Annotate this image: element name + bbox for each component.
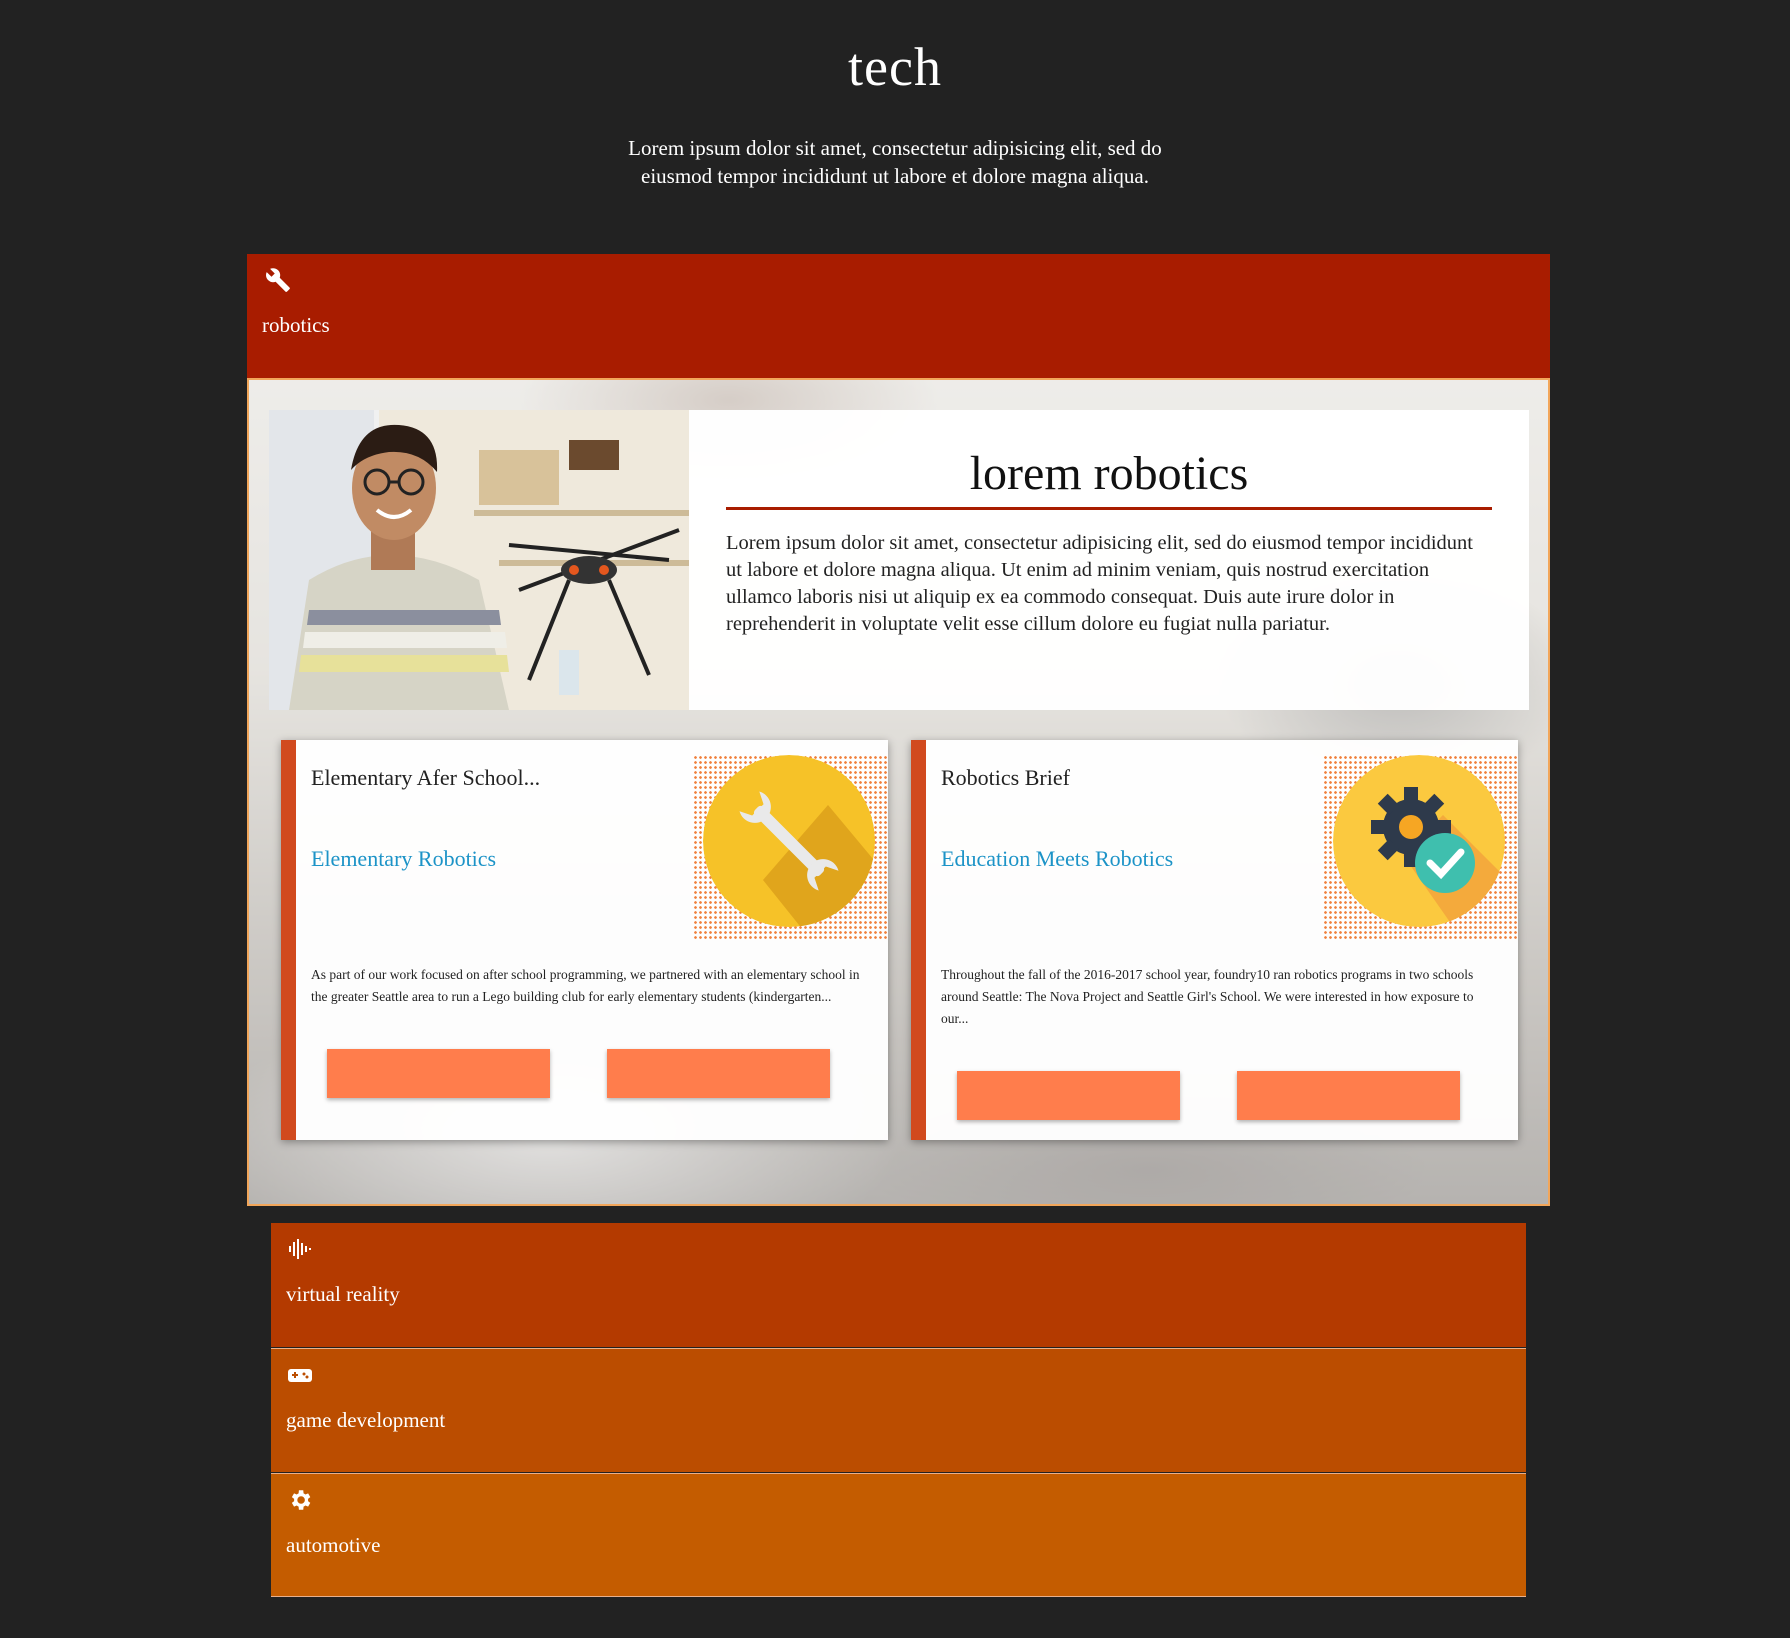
article-card: Robotics Brief Education Meets Robotics <box>911 740 1518 1140</box>
robotics-panel: lorem robotics Lorem ipsum dolor sit ame… <box>247 378 1550 1206</box>
accordion-label-virtual-reality: virtual reality <box>286 1282 400 1306</box>
card-action-button-secondary[interactable] <box>1237 1071 1460 1120</box>
card-action-button-primary[interactable] <box>957 1071 1180 1120</box>
page-title: tech <box>848 37 942 97</box>
card-link[interactable]: Elementary Robotics <box>311 846 496 872</box>
card-title: Elementary Afer School... <box>311 765 541 790</box>
accordion-header-automotive[interactable]: automotive <box>271 1473 1526 1597</box>
card-description: Throughout the fall of the 2016-2017 sch… <box>941 967 1474 1026</box>
wrench-icon <box>265 267 291 293</box>
hero-photo <box>269 410 689 710</box>
accordion-header-game-development[interactable]: game development <box>271 1348 1526 1472</box>
card-link[interactable]: Education Meets Robotics <box>941 846 1173 872</box>
gear-icon <box>287 1487 313 1513</box>
card-action-button-primary[interactable] <box>327 1049 550 1098</box>
hero-text-box: lorem robotics Lorem ipsum dolor sit ame… <box>689 410 1529 710</box>
card-action-button-secondary[interactable] <box>607 1049 830 1098</box>
accordion-header-virtual-reality[interactable]: virtual reality <box>271 1223 1526 1347</box>
article-card: Elementary Afer School... Elementary Rob… <box>281 740 888 1140</box>
accordion-label-game-development: game development <box>286 1408 446 1432</box>
card-title: Robotics Brief <box>941 765 1070 790</box>
audio-wave-icon <box>287 1236 313 1262</box>
card-description: As part of our work focused on after sch… <box>311 967 860 1004</box>
wrench-icon <box>703 755 875 927</box>
hero-body: Lorem ipsum dolor sit amet, consectetur … <box>726 532 1473 635</box>
accordion-header-robotics[interactable]: robotics <box>247 254 1550 378</box>
accordion-label-automotive: automotive <box>286 1533 381 1557</box>
accordion-label-robotics: robotics <box>262 313 330 337</box>
hero-heading: lorem robotics <box>726 446 1492 510</box>
gamepad-icon <box>287 1362 313 1388</box>
gear-check-icon <box>1333 755 1505 927</box>
page-subtitle: Lorem ipsum dolor sit amet, consectetur … <box>628 136 1162 188</box>
